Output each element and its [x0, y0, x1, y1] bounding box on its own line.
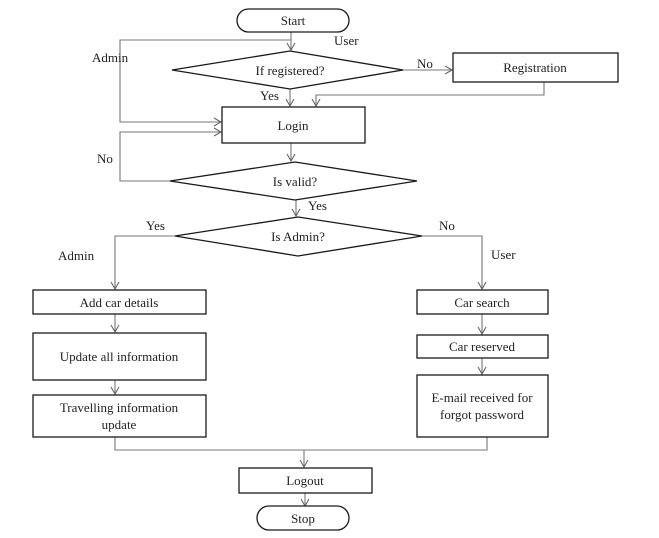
node-car-search: Car search — [416, 289, 549, 315]
update-all-label: Update all information — [60, 349, 179, 364]
node-start: Start — [236, 8, 350, 33]
node-login: Login — [221, 106, 366, 144]
node-stop: Stop — [256, 505, 350, 531]
logout-label: Logout — [286, 473, 324, 488]
edge-label-admin-top: Admin — [92, 50, 129, 65]
flowchart: Start If registered? Registration Login … — [32, 8, 619, 531]
node-email-forgot-password: E-mail received for forgot password — [416, 374, 549, 438]
decision-is-valid: Is valid? — [169, 161, 418, 201]
connector-invalid-to-login — [119, 127, 223, 182]
car-reserved-label: Car reserved — [449, 339, 516, 354]
node-car-reserved: Car reserved — [416, 334, 549, 359]
edge-label-no-register: No — [417, 56, 433, 71]
connector-registration-to-login — [311, 82, 545, 108]
edge-label-yes-admin: Yes — [146, 218, 165, 233]
node-registration: Registration — [452, 52, 619, 83]
edge-label-yes-valid: Yes — [308, 198, 327, 213]
connector-admin-yes — [110, 235, 175, 291]
edge-label-user-branch: User — [491, 247, 516, 262]
flowchart-canvas: Start If registered? Registration Login … — [0, 0, 659, 538]
connector-admin-no — [422, 235, 487, 291]
registration-label: Registration — [503, 60, 567, 75]
decision-if-registered: If registered? — [171, 50, 404, 90]
start-label: Start — [281, 13, 306, 28]
node-logout: Logout — [238, 467, 373, 494]
email-label-line2: forgot password — [440, 407, 524, 422]
if-registered-label: If registered? — [256, 63, 325, 78]
login-label: Login — [277, 118, 309, 133]
travel-label-line1: Travelling information — [60, 400, 179, 415]
edge-label-no-valid: No — [97, 151, 113, 166]
edge-label-yes-register: Yes — [260, 88, 279, 103]
email-label-line1: E-mail received for — [431, 390, 533, 405]
connector-merge — [114, 437, 488, 451]
car-search-label: Car search — [454, 295, 510, 310]
add-car-label: Add car details — [80, 295, 159, 310]
node-add-car-details: Add car details — [32, 289, 207, 315]
edge-label-no-admin: No — [439, 218, 455, 233]
decision-is-admin: Is Admin? — [174, 216, 423, 257]
travel-label-line2: update — [102, 417, 137, 432]
is-admin-label: Is Admin? — [271, 229, 325, 244]
is-valid-label: Is valid? — [273, 174, 318, 189]
node-travelling-update: Travelling information update — [32, 394, 207, 438]
node-update-all: Update all information — [32, 332, 207, 381]
stop-label: Stop — [291, 511, 315, 526]
edge-label-admin-branch: Admin — [58, 248, 95, 263]
edge-label-user-top: User — [334, 33, 359, 48]
